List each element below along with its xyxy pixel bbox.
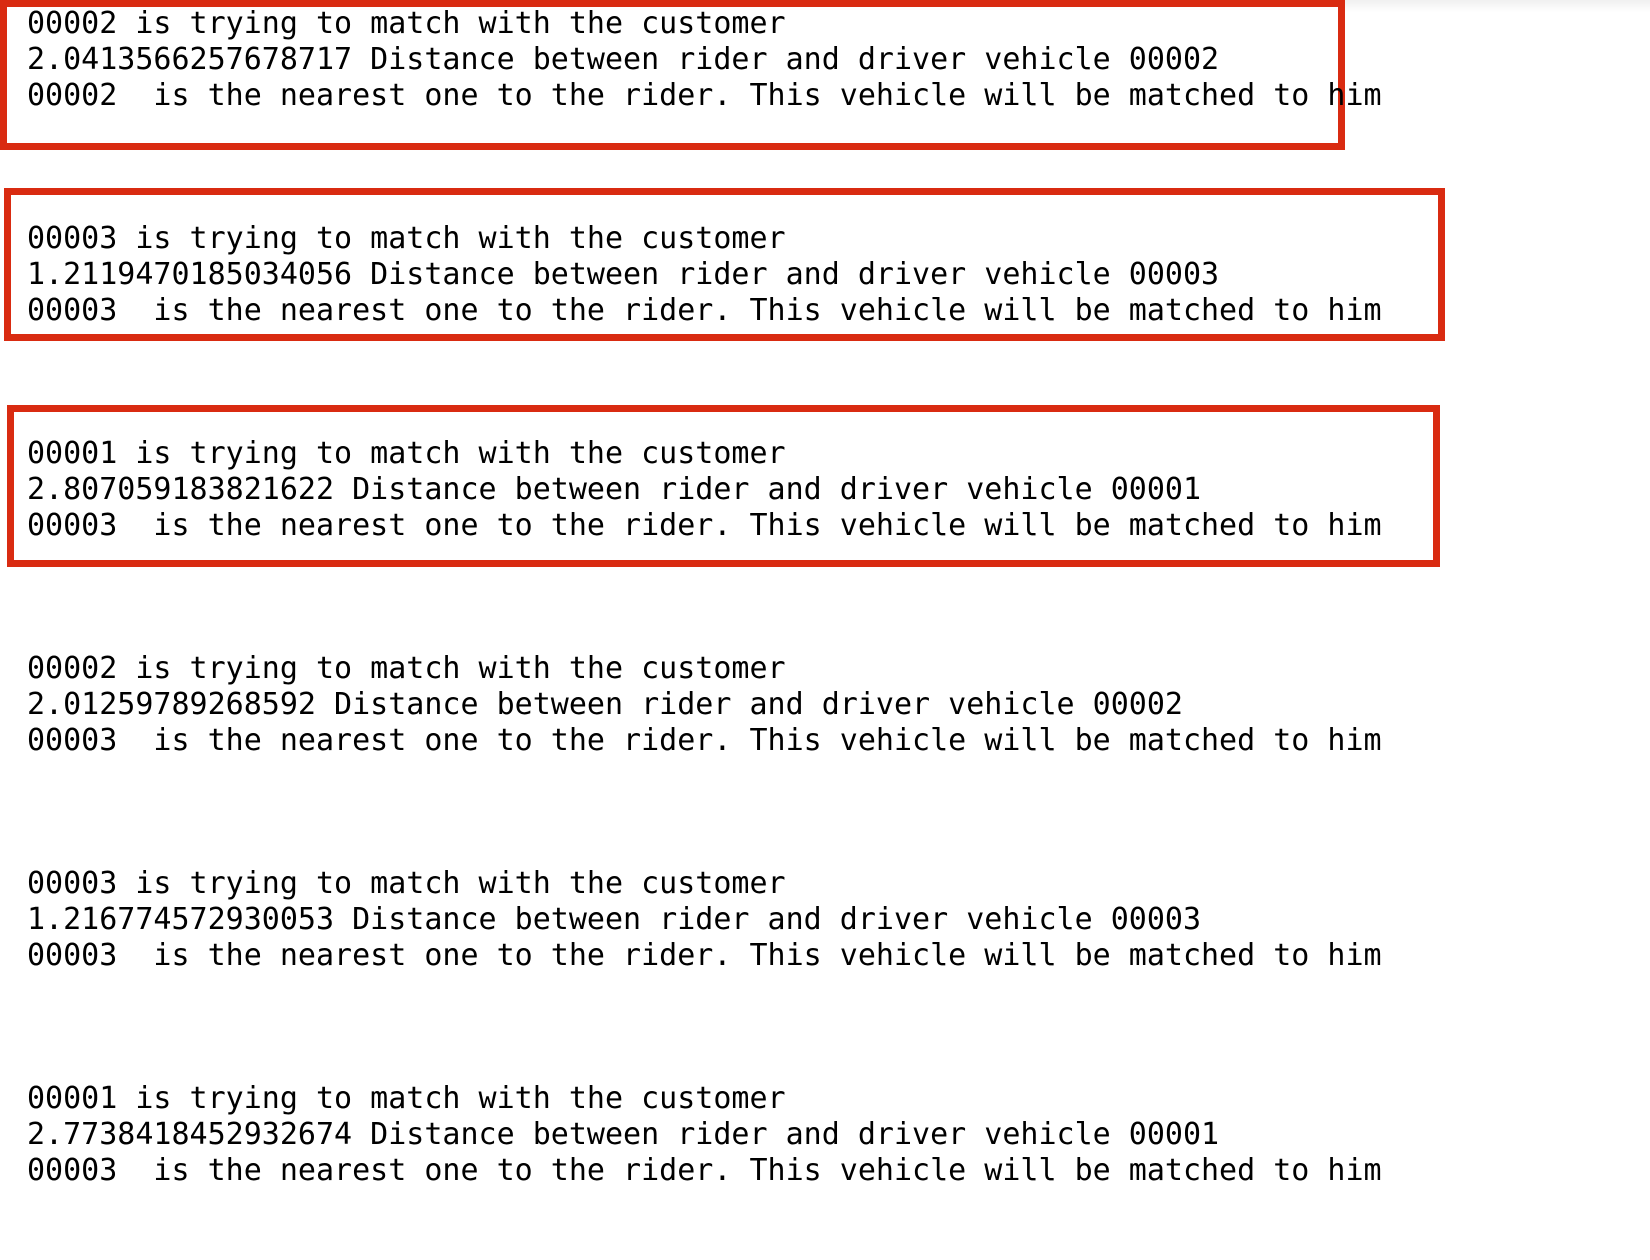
log-line: 2.807059183821622 Distance between rider… xyxy=(27,472,1201,507)
log-line: 2.7738418452932674 Distance between ride… xyxy=(27,1117,1220,1152)
log-line: 00001 is trying to match with the custom… xyxy=(27,436,786,471)
log-line: 2.01259789268592 Distance between rider … xyxy=(27,687,1183,722)
log-line: 1.2119470185034056 Distance between ride… xyxy=(27,257,1220,292)
log-line: 00003 is trying to match with the custom… xyxy=(27,866,786,901)
log-line: 00002 is the nearest one to the rider. T… xyxy=(27,78,1382,113)
log-line: 00002 is trying to match with the custom… xyxy=(27,651,786,686)
log-line: 1.216774572930053 Distance between rider… xyxy=(27,902,1201,937)
log-line: 00003 is the nearest one to the rider. T… xyxy=(27,938,1382,973)
log-line: 2.0413566257678717 Distance between ride… xyxy=(27,42,1220,77)
top-edge-shade xyxy=(1345,0,1650,12)
log-line: 00003 is the nearest one to the rider. T… xyxy=(27,723,1382,758)
log-line: 00003 is trying to match with the custom… xyxy=(27,221,786,256)
log-line: 00003 is the nearest one to the rider. T… xyxy=(27,1153,1382,1188)
log-line: 00002 is trying to match with the custom… xyxy=(27,6,786,41)
log-line: 00003 is the nearest one to the rider. T… xyxy=(27,508,1382,543)
log-line: 00003 is the nearest one to the rider. T… xyxy=(27,293,1382,328)
log-line: 00001 is trying to match with the custom… xyxy=(27,1081,786,1116)
